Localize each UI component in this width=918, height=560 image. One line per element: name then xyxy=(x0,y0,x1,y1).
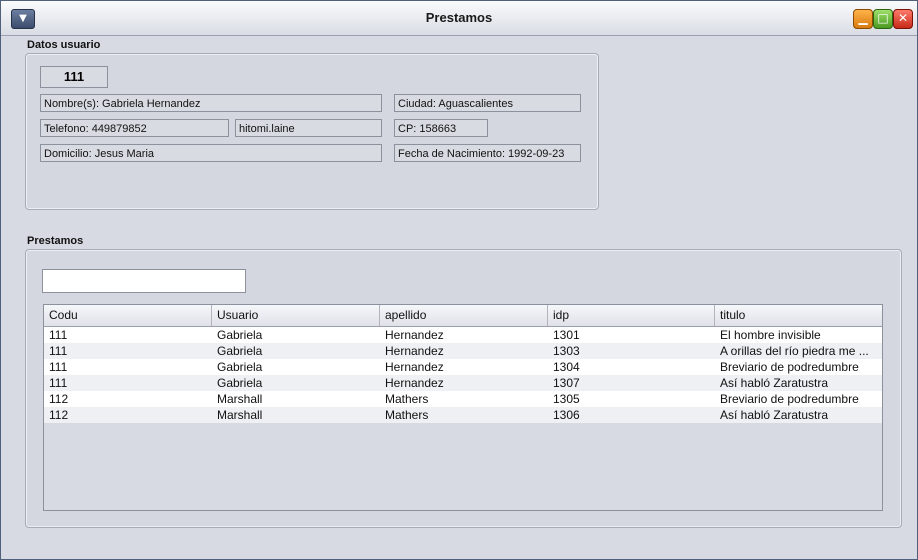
search-input[interactable] xyxy=(42,269,246,293)
cell-usuario: Marshall xyxy=(217,408,263,422)
minimize-icon[interactable]: ▁ xyxy=(853,9,873,29)
table-header: Codu Usuario apellido idp titulo xyxy=(44,305,882,327)
cell-codu: 111 xyxy=(49,344,68,358)
cell-idp: 1307 xyxy=(553,376,580,390)
column-header-apellido[interactable]: apellido xyxy=(380,305,548,326)
window-title: Prestamos xyxy=(425,10,493,25)
column-header-titulo[interactable]: titulo xyxy=(715,305,882,326)
cell-titulo: El hombre invisible xyxy=(720,328,821,342)
cell-codu: 111 xyxy=(49,376,68,390)
cell-usuario: Gabriela xyxy=(217,376,263,390)
cell-idp: 1304 xyxy=(553,360,580,374)
cell-apellido: Hernandez xyxy=(385,376,444,390)
cell-usuario: Marshall xyxy=(217,392,263,406)
domicilio-field: Domicilio: Jesus Maria xyxy=(40,144,382,162)
column-header-usuario[interactable]: Usuario xyxy=(212,305,380,326)
table-row[interactable]: 112 Marshall Mathers 1305 Breviario de p… xyxy=(44,391,882,407)
maximize-icon[interactable]: □ xyxy=(873,9,893,29)
ciudad-field: Ciudad: Aguascalientes xyxy=(394,94,581,112)
cell-idp: 1305 xyxy=(553,392,580,406)
cell-codu: 111 xyxy=(49,360,68,374)
table-row[interactable]: 111 Gabriela Hernandez 1307 Así habló Za… xyxy=(44,375,882,391)
cell-titulo: Así habló Zaratustra xyxy=(720,408,829,422)
prestamos-window: ▼ Prestamos ▁ □ ✕ Datos usuario 111 Nomb… xyxy=(0,0,918,560)
cp-field: CP: 158663 xyxy=(394,119,488,137)
cell-codu: 112 xyxy=(49,392,69,406)
cell-titulo: Breviario de podredumbre xyxy=(720,360,859,374)
cell-apellido: Mathers xyxy=(385,408,429,422)
title-bar[interactable]: ▼ Prestamos ▁ □ ✕ xyxy=(1,1,917,36)
cell-usuario: Gabriela xyxy=(217,328,263,342)
cell-titulo: A orillas del río piedra me ... xyxy=(720,344,869,358)
table-row[interactable]: 111 Gabriela Hernandez 1303 A orillas de… xyxy=(44,343,882,359)
cell-codu: 112 xyxy=(49,408,69,422)
cell-apellido: Hernandez xyxy=(385,328,444,342)
table-row[interactable]: 111 Gabriela Hernandez 1304 Breviario de… xyxy=(44,359,882,375)
cell-idp: 1306 xyxy=(553,408,580,422)
cell-titulo: Así habló Zaratustra xyxy=(720,376,829,390)
column-header-codu[interactable]: Codu xyxy=(44,305,212,326)
table-row[interactable]: 112 Marshall Mathers 1306 Así habló Zara… xyxy=(44,407,882,423)
fecha-nacimiento-field: Fecha de Nacimiento: 1992-09-23 xyxy=(394,144,581,162)
cell-codu: 111 xyxy=(49,328,68,342)
nombre-field: Nombre(s): Gabriela Hernandez xyxy=(40,94,382,112)
cell-titulo: Breviario de podredumbre xyxy=(720,392,859,406)
telefono-field: Telefono: 449879852 xyxy=(40,119,229,137)
table-row[interactable]: 111 Gabriela Hernandez 1301 El hombre in… xyxy=(44,327,882,343)
prestamos-table[interactable]: Codu Usuario apellido idp titulo 111 Gab… xyxy=(43,304,883,511)
cell-idp: 1303 xyxy=(553,344,580,358)
prestamos-label: Prestamos xyxy=(27,235,84,247)
cell-usuario: Gabriela xyxy=(217,344,263,358)
column-header-idp[interactable]: idp xyxy=(548,305,715,326)
cell-idp: 1301 xyxy=(553,328,580,342)
cell-apellido: Mathers xyxy=(385,392,429,406)
cell-usuario: Gabriela xyxy=(217,360,263,374)
close-icon[interactable]: ✕ xyxy=(893,9,913,29)
user-id-box: 111 xyxy=(40,66,108,88)
usuario-field: hitomi.laine xyxy=(235,119,382,137)
datos-usuario-label: Datos usuario xyxy=(27,39,101,51)
cell-apellido: Hernandez xyxy=(385,360,444,374)
cell-apellido: Hernandez xyxy=(385,344,444,358)
